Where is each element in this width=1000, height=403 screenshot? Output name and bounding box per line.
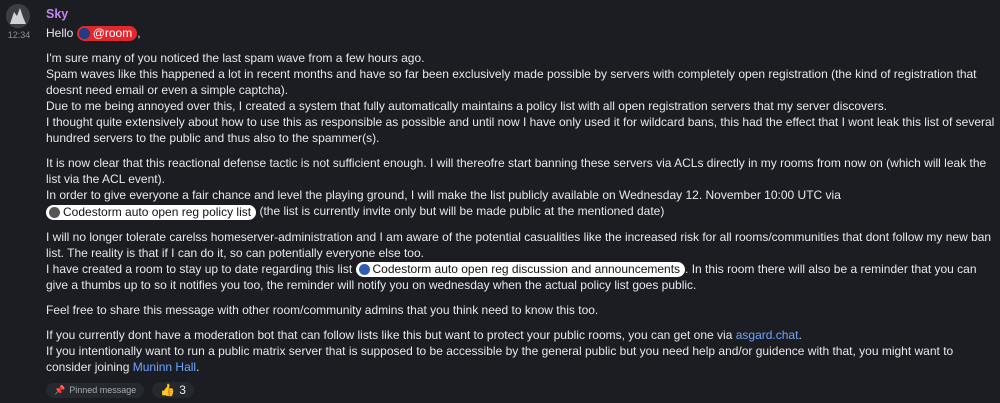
paragraph-2-text-post: (the list is currently invite only but w… [259, 204, 665, 219]
paragraph-5-period: . [798, 327, 802, 342]
pinned-label: Pinned message [69, 385, 137, 395]
paragraph-2-line-1: It is now clear that this reactional def… [46, 156, 987, 187]
pin-icon: 📌 [54, 384, 66, 395]
paragraph-2-line-2: In order to give everyone a fair chance … [46, 187, 996, 220]
paragraph-1-line-4: I thought quite extensively about how to… [46, 115, 995, 146]
asgard-link[interactable]: asgard.chat [736, 328, 799, 342]
sender-name[interactable]: Sky [46, 6, 996, 22]
paragraph-1-line-2: Spam waves like this happened a lot in r… [46, 67, 977, 98]
avatar-image [6, 4, 30, 28]
reaction-count: 3 [179, 383, 186, 397]
sender-avatar[interactable] [6, 4, 30, 28]
greeting-line: Hello @room, [46, 25, 996, 42]
paragraph-3-line-1: I will no longer tolerate carelss homese… [46, 229, 992, 260]
room-mention-label: @room [92, 26, 133, 41]
paragraph-4: Feel free to share this message with oth… [46, 302, 599, 317]
policy-room-icon [49, 206, 60, 218]
message-body: Sky Hello @room, I'm sure many of you no… [46, 6, 996, 375]
message-timestamp: 12:34 [7, 30, 31, 40]
paragraph-2-text: In order to give everyone a fair chance … [46, 188, 841, 203]
discussion-room-label: Codestorm auto open reg discussion and a… [372, 261, 681, 276]
paragraph-3-text: I have created a room to stay up to date… [46, 261, 353, 276]
discussion-room-pill[interactable]: Codestorm auto open reg discussion and a… [355, 261, 686, 277]
paragraph-5-text: If you currently dont have a moderation … [46, 327, 733, 342]
message-footer: 📌 Pinned message 👍 3 [46, 382, 194, 398]
greeting-comma: , [137, 26, 141, 40]
policy-room-label: Codestorm auto open reg policy list [63, 204, 252, 219]
pinned-message-badge[interactable]: 📌 Pinned message [46, 382, 145, 398]
paragraph-3-line-2: I have created a room to stay up to date… [46, 261, 996, 293]
paragraph-1-line-1: I'm sure many of you noticed the last sp… [46, 51, 425, 66]
room-avatar-icon [78, 28, 90, 40]
policy-list-room-pill[interactable]: Codestorm auto open reg policy list [46, 204, 257, 220]
paragraph-1-line-3: Due to me being annoyed over this, I cre… [46, 99, 888, 114]
paragraph-5-period-2: . [196, 359, 200, 374]
greeting-text: Hello [46, 26, 74, 40]
paragraph-5-line-1: If you currently dont have a moderation … [46, 327, 996, 343]
muninn-hall-link[interactable]: Muninn Hall [133, 360, 196, 374]
room-mention-pill[interactable]: @room [76, 26, 138, 42]
paragraph-5-line-2: If you intentionally want to run a publi… [46, 343, 996, 375]
discussion-room-icon [358, 263, 370, 275]
thumbs-up-reaction[interactable]: 👍 3 [152, 382, 194, 398]
thumbs-up-icon: 👍 [160, 383, 176, 397]
